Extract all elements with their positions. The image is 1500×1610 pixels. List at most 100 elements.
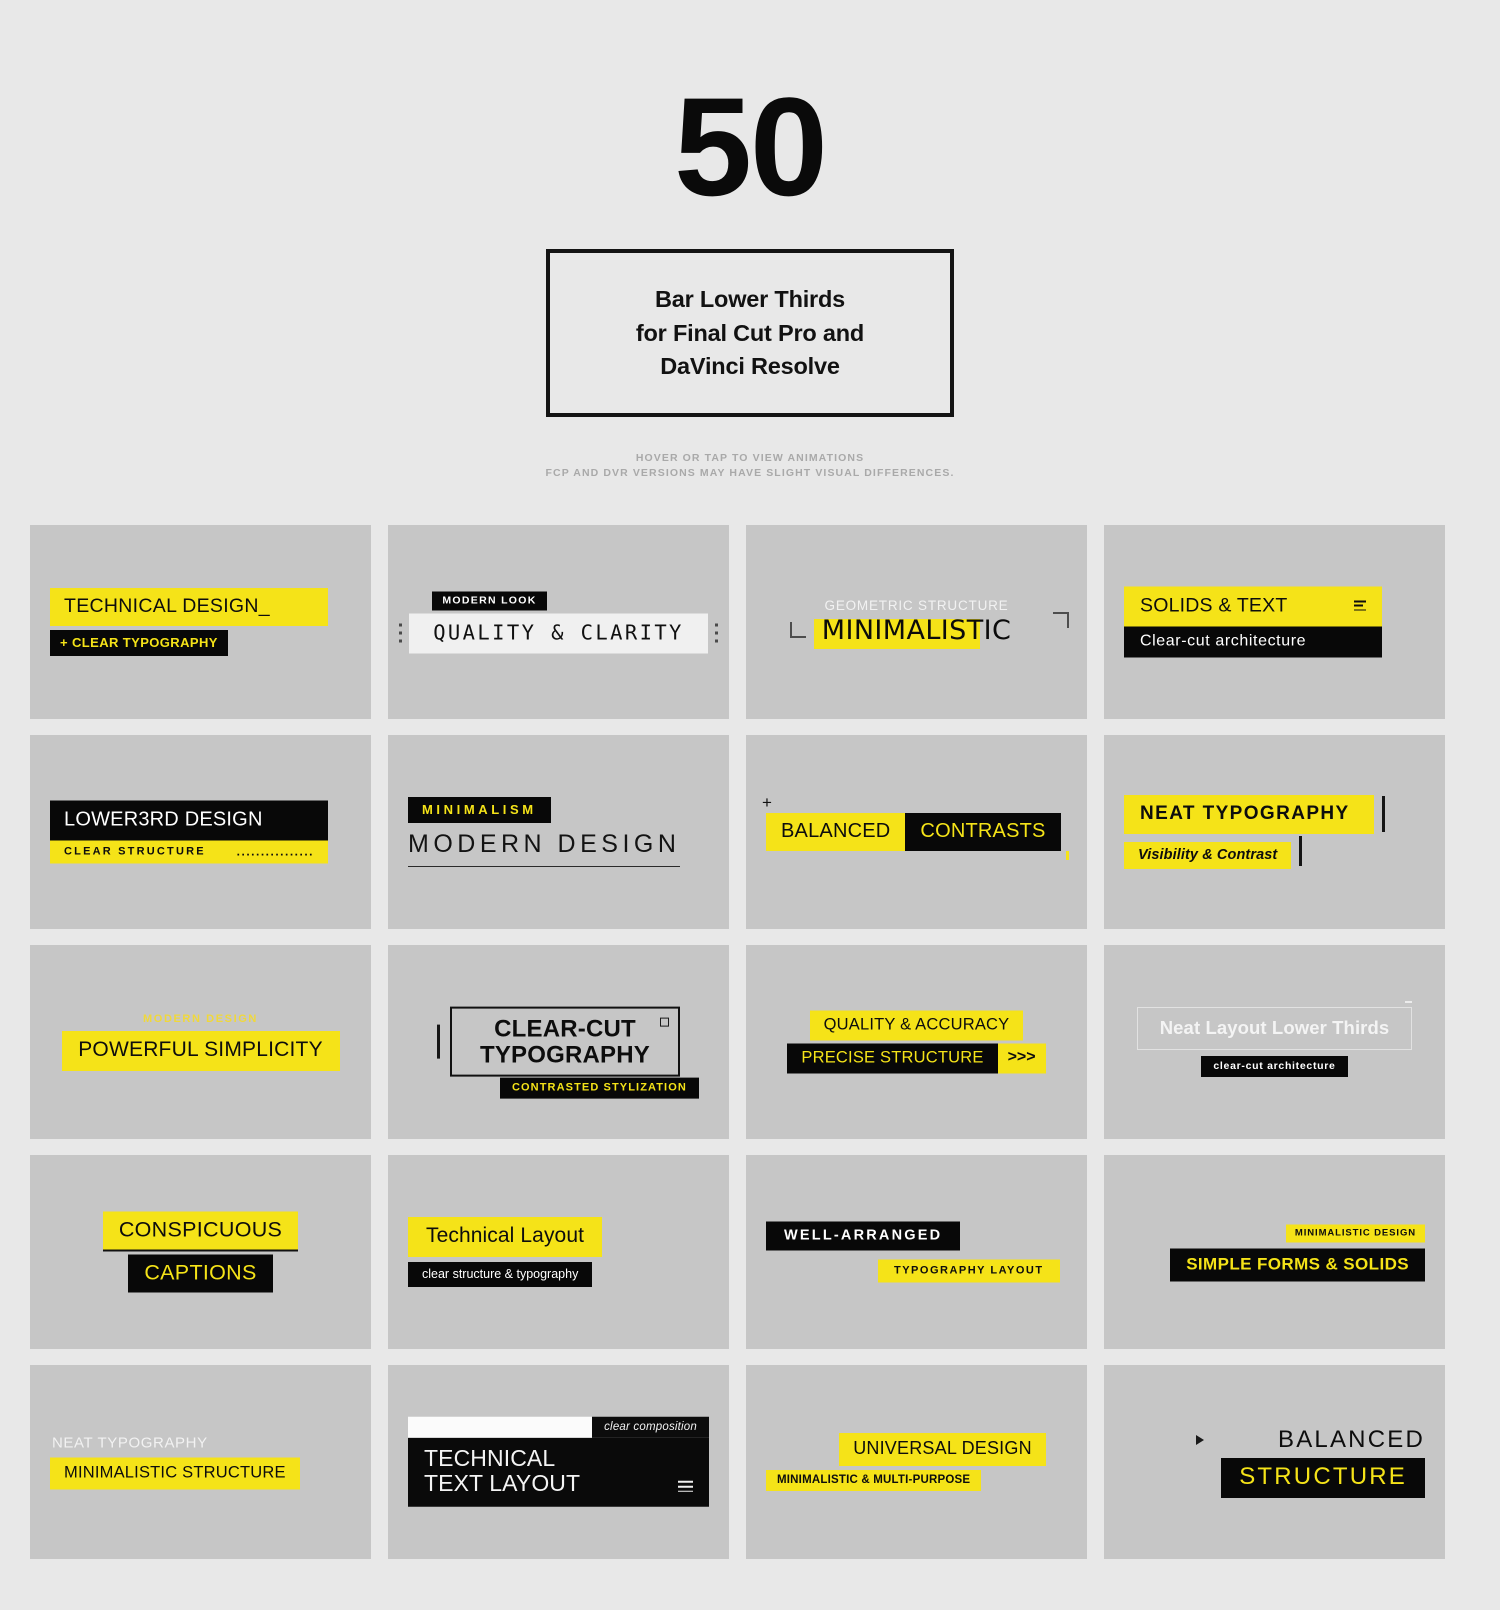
preset-card-well-arranged[interactable]: WELL-ARRANGED TYPOGRAPHY LAYOUT xyxy=(746,1154,1087,1349)
preset-card-conspicuous-captions[interactable]: CONSPICUOUS CAPTIONS xyxy=(30,1154,371,1349)
accent-bar xyxy=(436,1024,440,1059)
preset-subtitle: MINIMALISM xyxy=(408,796,551,823)
preset-subtitle: NEAT TYPOGRAPHY xyxy=(52,1434,208,1452)
preset-subtitle-row: CLEAR STRUCTURE ................ xyxy=(50,840,328,864)
preset-title: MINIMALISTIC STRUCTURE xyxy=(50,1457,300,1490)
preset-card-neat-layout[interactable]: Neat Layout Lower Thirds clear-cut archi… xyxy=(1104,944,1445,1139)
preset-title: BALANCED xyxy=(1278,1425,1425,1453)
preset-card-technical-layout[interactable]: Technical Layout clear structure & typog… xyxy=(388,1154,729,1349)
preset-title-row: BALANCED xyxy=(1124,1426,1425,1454)
preset-title: WELL-ARRANGED xyxy=(766,1221,961,1251)
preset-title-row: BALANCED CONTRASTS xyxy=(766,812,1067,851)
hero-note: HOVER OR TAP TO VIEW ANIMATIONS FCP AND … xyxy=(0,451,1500,481)
preset-title: BALANCED xyxy=(766,812,906,851)
preset-tertiary: CONTRASTED STYLIZATION xyxy=(499,1078,699,1100)
preset-grid: TECHNICAL DESIGN_ + CLEAR TYPOGRAPHY MOD… xyxy=(30,524,1470,1559)
hero-title-line-1: Bar Lower Thirds xyxy=(654,286,846,313)
dots-right-icon xyxy=(714,623,718,643)
preset-subtitle: TEXT LAYOUT xyxy=(424,1470,581,1497)
hero-title-box: Bar Lower Thirds for Final Cut Pro and D… xyxy=(546,249,954,418)
plus-icon: + xyxy=(762,792,772,812)
preset-title-box: Neat Layout Lower Thirds xyxy=(1136,1000,1413,1050)
hero-note-line-2: FCP AND DVR VERSIONS MAY HAVE SLIGHT VIS… xyxy=(545,467,955,480)
preset-subtitle: TYPOGRAPHY xyxy=(479,1041,651,1069)
menu-lines-icon xyxy=(1354,600,1366,611)
preset-subtitle: MINIMALISTIC DESIGN xyxy=(1285,1224,1425,1243)
preset-card-balanced-contrasts[interactable]: + BALANCED CONTRASTS xyxy=(746,734,1087,929)
preset-card-minimalistic-structure[interactable]: NEAT TYPOGRAPHY MINIMALISTIC STRUCTURE xyxy=(30,1364,371,1559)
hero-note-line-1: HOVER OR TAP TO VIEW ANIMATIONS xyxy=(635,452,865,465)
preset-subtitle: MINIMALISTIC & MULTI-PURPOSE xyxy=(766,1469,982,1491)
preset-card-solids-text[interactable]: SOLIDS & TEXT Clear-cut architecture xyxy=(1104,524,1445,719)
preset-title: LOWER3RD DESIGN xyxy=(50,800,328,841)
preset-title: CLEAR-CUT xyxy=(494,1015,636,1043)
square-marker-icon xyxy=(660,1017,670,1027)
preset-title: SIMPLE FORMS & SOLIDS xyxy=(1170,1248,1425,1282)
hero-title-line-3: DaVinci Resolve xyxy=(660,352,840,379)
corner-tick xyxy=(1405,1000,1413,1003)
preset-tertiary: clear composition xyxy=(592,1416,709,1438)
white-bar xyxy=(408,1416,593,1438)
preset-subtitle: PRECISE STRUCTURE xyxy=(787,1043,998,1074)
corner-bracket-icon xyxy=(1053,611,1069,628)
preset-subtitle: GEOMETRIC STRUCTURE xyxy=(824,597,1009,613)
menu-lines-icon xyxy=(678,1480,693,1492)
preset-subtitle: + CLEAR TYPOGRAPHY xyxy=(50,629,228,656)
preset-card-technical-design[interactable]: TECHNICAL DESIGN_ + CLEAR TYPOGRAPHY xyxy=(30,524,371,719)
preset-subtitle: Clear-cut architecture xyxy=(1124,626,1382,658)
preset-title: QUALITY & ACCURACY xyxy=(809,1010,1024,1041)
preset-subtitle-row: Visibility & Contrast xyxy=(1124,834,1425,869)
preset-subtitle: CLEAR STRUCTURE xyxy=(64,845,206,858)
preset-title: MODERN DESIGN xyxy=(408,830,681,867)
hero-section: 50 Bar Lower Thirds for Final Cut Pro an… xyxy=(0,0,1500,482)
preset-subtitle: clear structure & typography xyxy=(408,1261,593,1287)
preset-card-minimalistic[interactable]: GEOMETRIC STRUCTURE MINIMALISTIC xyxy=(746,524,1087,719)
dots-left-icon xyxy=(399,623,403,643)
preset-title: CONSPICUOUS xyxy=(102,1211,299,1252)
preset-card-powerful-simplicity[interactable]: MODERN DESIGN POWERFUL SIMPLICITY xyxy=(30,944,371,1139)
preset-title-row: SOLIDS & TEXT xyxy=(1124,586,1382,627)
hero-title-line-2: for Final Cut Pro and xyxy=(635,319,865,346)
preset-title: POWERFUL SIMPLICITY xyxy=(61,1030,340,1071)
preset-title: MINIMALISTIC xyxy=(821,614,1012,646)
preset-title: QUALITY & CLARITY xyxy=(409,613,708,654)
preset-title-block: TECHNICAL TEXT LAYOUT xyxy=(408,1437,709,1507)
arrows-icon: >>> xyxy=(997,1043,1046,1074)
preset-card-quality-accuracy[interactable]: QUALITY & ACCURACY PRECISE STRUCTURE >>> xyxy=(746,944,1087,1139)
hero-count: 50 xyxy=(674,68,828,225)
corner-bracket-icon xyxy=(790,621,806,638)
preset-title: SOLIDS & TEXT xyxy=(1140,594,1288,617)
preset-subtitle-row: PRECISE STRUCTURE >>> xyxy=(766,1043,1067,1074)
accent-bar xyxy=(1382,796,1385,833)
dotted-line: ................ xyxy=(236,844,314,859)
preset-subtitle: CAPTIONS xyxy=(128,1254,273,1293)
preset-title: UNIVERSAL DESIGN xyxy=(839,1432,1046,1466)
preset-subtitle: clear-cut architecture xyxy=(1201,1055,1348,1077)
accent-bar xyxy=(1299,836,1303,867)
preset-title-box: CLEAR-CUT TYPOGRAPHY CONTRASTED STYLIZAT… xyxy=(449,1006,699,1100)
preset-card-clear-cut-typography[interactable]: CLEAR-CUT TYPOGRAPHY CONTRASTED STYLIZAT… xyxy=(388,944,729,1139)
preset-card-technical-text-layout[interactable]: clear composition TECHNICAL TEXT LAYOUT xyxy=(388,1364,729,1559)
preset-title: Technical Layout xyxy=(408,1216,603,1257)
preset-card-neat-typography[interactable]: NEAT TYPOGRAPHY Visibility & Contrast xyxy=(1104,734,1445,929)
preset-card-balanced-structure[interactable]: BALANCED STRUCTURE xyxy=(1104,1364,1445,1559)
preset-title: NEAT TYPOGRAPHY xyxy=(1124,794,1374,834)
preset-card-lower3rd-design[interactable]: LOWER3RD DESIGN CLEAR STRUCTURE ........… xyxy=(30,734,371,929)
preset-subtitle: TYPOGRAPHY LAYOUT xyxy=(878,1259,1060,1283)
preset-title: TECHNICAL xyxy=(424,1444,556,1471)
preset-subtitle: Visibility & Contrast xyxy=(1124,841,1292,869)
preset-title-wrap: MINIMALISTIC xyxy=(813,614,1012,649)
accent-tick xyxy=(1066,850,1069,860)
preset-card-quality-clarity[interactable]: MODERN LOOK QUALITY & CLARITY xyxy=(388,524,729,719)
preset-card-universal-design[interactable]: UNIVERSAL DESIGN MINIMALISTIC & MULTI-PU… xyxy=(746,1364,1087,1559)
preset-card-simple-forms-solids[interactable]: MINIMALISTIC DESIGN SIMPLE FORMS & SOLID… xyxy=(1104,1154,1445,1349)
preset-subtitle: MODERN DESIGN xyxy=(143,1012,258,1025)
preset-tag-row: clear composition xyxy=(408,1416,709,1438)
preset-title: Neat Layout Lower Thirds xyxy=(1159,1016,1390,1038)
preset-subtitle: CONTRASTS xyxy=(905,812,1061,851)
preset-title: TECHNICAL DESIGN_ xyxy=(50,587,328,626)
play-triangle-icon xyxy=(1196,1434,1205,1445)
preset-card-modern-design[interactable]: MINIMALISM MODERN DESIGN xyxy=(388,734,729,929)
preset-subtitle: MODERN LOOK xyxy=(432,591,547,611)
preset-subtitle: STRUCTURE xyxy=(1221,1457,1425,1498)
